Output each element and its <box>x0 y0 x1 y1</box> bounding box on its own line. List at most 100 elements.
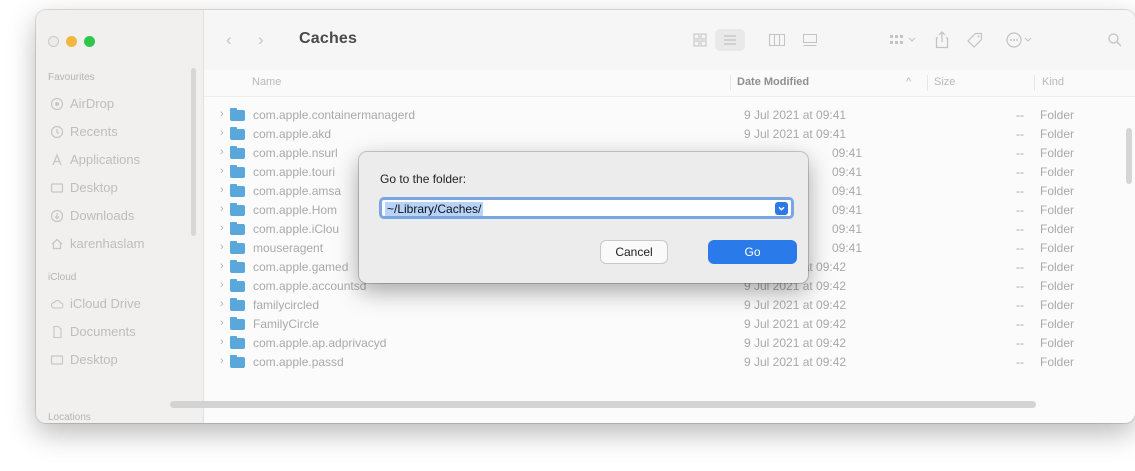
sidebar-item-recents[interactable]: Recents <box>50 124 118 139</box>
path-history-dropdown-button[interactable] <box>775 202 788 215</box>
group-by-button[interactable] <box>884 29 922 51</box>
column-divider <box>1034 75 1035 91</box>
folder-icon <box>230 355 245 368</box>
file-size: -- <box>1016 203 1024 217</box>
table-row[interactable]: › com.apple.passd 9 Jul 2021 at 09:42 --… <box>204 353 1135 371</box>
horizontal-scrollbar[interactable] <box>170 401 1036 408</box>
disclosure-chevron-icon[interactable]: › <box>220 108 224 120</box>
disclosure-chevron-icon[interactable]: › <box>220 127 224 139</box>
date-modified-column-header[interactable]: Date Modified <box>737 76 809 88</box>
sidebar-item-documents[interactable]: Documents <box>50 324 136 339</box>
file-date: 9 Jul 2021 at 09:42 <box>744 355 847 369</box>
file-size: -- <box>1016 222 1024 236</box>
folder-icon <box>230 222 245 235</box>
sidebar-item-label: karenhaslam <box>70 236 145 251</box>
file-date: 9 Jul 2021 at 09:42 <box>744 336 847 350</box>
search-icon <box>1108 33 1122 47</box>
sidebar-item-icloud-desktop[interactable]: Desktop <box>50 352 118 367</box>
airdrop-icon <box>50 97 64 111</box>
tag-icon <box>967 32 983 48</box>
disclosure-chevron-icon[interactable]: › <box>220 336 224 348</box>
folder-icon <box>230 203 245 216</box>
file-size: -- <box>1016 127 1024 141</box>
folder-icon <box>230 241 245 254</box>
grid-icon <box>693 33 707 47</box>
file-date: 09:41 <box>832 184 863 198</box>
back-button[interactable]: ‹ <box>226 30 232 50</box>
action-button[interactable] <box>1004 29 1036 51</box>
disclosure-chevron-icon[interactable]: › <box>220 165 224 177</box>
file-name: familycircled <box>253 298 320 312</box>
disclosure-chevron-icon[interactable]: › <box>220 184 224 196</box>
sidebar-item-home[interactable]: karenhaslam <box>50 236 144 251</box>
file-kind: Folder <box>1040 184 1075 198</box>
zoom-window-button[interactable] <box>84 36 95 47</box>
sidebar-group-locations: Locations <box>48 412 91 423</box>
disclosure-chevron-icon[interactable]: › <box>220 317 224 329</box>
table-row[interactable]: › FamilyCircle 9 Jul 2021 at 09:42 -- Fo… <box>204 315 1135 333</box>
disclosure-chevron-icon[interactable]: › <box>220 203 224 215</box>
gallery-view-button[interactable] <box>798 29 822 51</box>
close-window-button[interactable] <box>48 36 59 47</box>
more-icon <box>1006 32 1032 48</box>
forward-button[interactable]: › <box>258 30 264 50</box>
sidebar-item-desktop[interactable]: Desktop <box>50 180 118 195</box>
sidebar-item-airdrop[interactable]: AirDrop <box>50 96 114 111</box>
disclosure-chevron-icon[interactable]: › <box>220 298 224 310</box>
table-row[interactable]: › familycircled 9 Jul 2021 at 09:42 -- F… <box>204 296 1135 314</box>
list-view-button[interactable] <box>715 29 745 51</box>
gallery-icon <box>803 34 817 46</box>
size-column-header[interactable]: Size <box>934 76 955 88</box>
folder-icon <box>230 336 245 349</box>
sidebar-scrollbar[interactable] <box>191 68 196 236</box>
file-kind: Folder <box>1040 127 1075 141</box>
sidebar-item-icloud-drive[interactable]: iCloud Drive <box>50 296 141 311</box>
file-name: com.apple.containermanagerd <box>253 108 416 122</box>
file-name: com.apple.passd <box>253 355 344 369</box>
sidebar-group-icloud: iCloud <box>48 272 77 283</box>
file-date: 9 Jul 2021 at 09:42 <box>744 317 847 331</box>
table-row[interactable]: › com.apple.akd 9 Jul 2021 at 09:41 -- F… <box>204 125 1135 143</box>
cancel-button[interactable]: Cancel <box>600 240 668 264</box>
column-view-button[interactable] <box>765 29 789 51</box>
folder-icon <box>230 317 245 330</box>
file-name: mouseragent <box>253 241 324 255</box>
file-name: com.apple.amsa <box>253 184 342 198</box>
chevron-down-icon <box>778 206 785 211</box>
file-kind: Folder <box>1040 222 1075 236</box>
file-kind: Folder <box>1040 108 1075 122</box>
name-column-header[interactable]: Name <box>252 76 281 88</box>
go-button[interactable]: Go <box>708 240 797 264</box>
folder-icon <box>230 108 245 121</box>
disclosure-chevron-icon[interactable]: › <box>220 241 224 253</box>
folder-path-input[interactable]: ~/Library/Caches/ <box>379 197 794 219</box>
disclosure-chevron-icon[interactable]: › <box>220 279 224 291</box>
dialog-prompt: Go to the folder: <box>380 172 467 186</box>
sidebar-item-downloads[interactable]: Downloads <box>50 208 134 223</box>
tag-button[interactable] <box>964 29 986 51</box>
sidebar-item-applications[interactable]: Applications <box>50 152 140 167</box>
share-button[interactable] <box>931 29 953 51</box>
column-divider <box>927 75 928 91</box>
sidebar-item-label: Downloads <box>70 208 135 223</box>
file-name: FamilyCircle <box>253 317 319 331</box>
disclosure-chevron-icon[interactable]: › <box>220 146 224 158</box>
file-date: 09:41 <box>832 165 863 179</box>
disclosure-chevron-icon[interactable]: › <box>220 260 224 272</box>
minimize-window-button[interactable] <box>66 36 77 47</box>
share-icon <box>935 31 949 49</box>
file-size: -- <box>1016 165 1024 179</box>
search-button[interactable] <box>1104 29 1126 51</box>
table-row[interactable]: › com.apple.containermanagerd 9 Jul 2021… <box>204 106 1135 124</box>
file-size: -- <box>1016 260 1024 274</box>
folder-icon <box>230 279 245 292</box>
table-row[interactable]: › com.apple.ap.adprivacyd 9 Jul 2021 at … <box>204 334 1135 352</box>
file-date: 9 Jul 2021 at 09:41 <box>744 127 847 141</box>
kind-column-header[interactable]: Kind <box>1042 76 1064 88</box>
file-date: 9 Jul 2021 at 09:42 <box>744 298 847 312</box>
file-kind: Folder <box>1040 317 1075 331</box>
icon-view-button[interactable] <box>689 29 711 51</box>
vertical-scrollbar[interactable] <box>1126 128 1132 184</box>
disclosure-chevron-icon[interactable]: › <box>220 355 224 367</box>
disclosure-chevron-icon[interactable]: › <box>220 222 224 234</box>
